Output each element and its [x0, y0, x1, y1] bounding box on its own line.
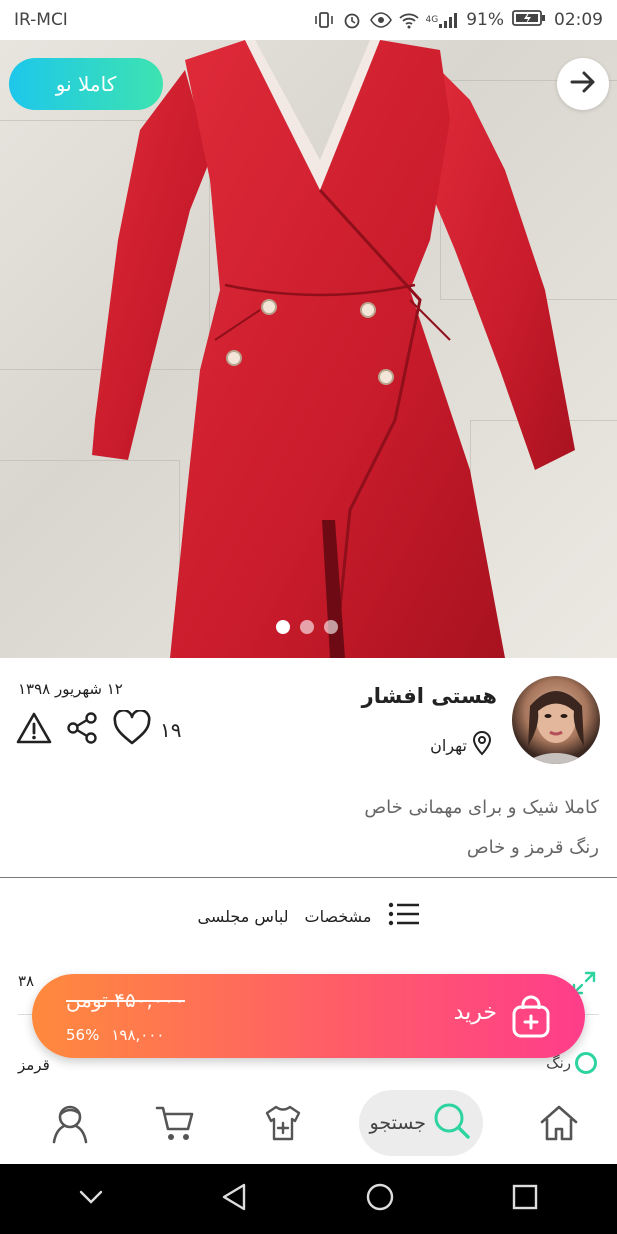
share-icon	[67, 712, 97, 744]
eye-icon	[369, 11, 392, 29]
warning-icon	[16, 712, 52, 744]
nav-search[interactable]: جستجو	[358, 1090, 483, 1156]
signal-icon	[438, 11, 458, 29]
back-button[interactable]	[220, 1182, 250, 1216]
color-swatch-icon	[575, 1052, 597, 1074]
next-image-button[interactable]	[557, 58, 609, 110]
shopping-bag-icon	[511, 994, 551, 1042]
seller-avatar[interactable]	[512, 676, 600, 764]
status-bar: IR-MCI 4G 91% 02:09	[0, 0, 617, 40]
back-triangle-icon	[222, 1183, 246, 1211]
nav-home[interactable]	[529, 1093, 589, 1153]
discounted-price: 56% ۱۹۸,۰۰۰	[66, 1026, 164, 1044]
clock: 02:09	[554, 10, 603, 30]
list-menu-icon	[388, 902, 420, 930]
like-button[interactable]	[112, 708, 152, 750]
add-clothing-icon	[265, 1105, 300, 1141]
home-button[interactable]	[365, 1182, 395, 1216]
heart-icon	[113, 708, 151, 745]
bottom-navigation: جستجو	[0, 1082, 617, 1164]
recents-square-icon	[512, 1184, 537, 1210]
status-icons: 4G 91% 02:09	[314, 9, 603, 32]
carousel-dots	[276, 620, 338, 634]
product-image-carousel[interactable]: کاملا نو	[0, 40, 617, 658]
profile-icon	[52, 1105, 88, 1144]
condition-badge-label: کاملا نو	[55, 72, 117, 96]
recents-button[interactable]	[510, 1182, 540, 1216]
condition-badge: کاملا نو	[9, 58, 163, 110]
description-line: کاملا شیک و برای مهمانی خاص	[364, 797, 599, 818]
home-circle-icon	[366, 1183, 394, 1211]
system-navigation-bar	[0, 1164, 617, 1234]
battery-icon	[512, 9, 546, 32]
cart-icon	[155, 1106, 194, 1140]
home-icon	[540, 1105, 578, 1141]
specs-label: مشخصات	[304, 906, 372, 926]
seller-section: هستی افشار تهران ۱۲ شهریور ۱۳۹۸ ۱۹ کاملا…	[0, 658, 617, 878]
nav-add-listing[interactable]	[253, 1093, 313, 1153]
search-icon	[432, 1101, 472, 1146]
hide-nav-button[interactable]	[77, 1187, 105, 1211]
buy-button[interactable]: خرید ۴۵۰,۰۰۰ تومن 56% ۱۹۸,۰۰۰	[32, 974, 585, 1058]
post-actions: ۱۹	[16, 708, 182, 750]
wifi-icon	[398, 11, 419, 29]
carrier-label: IR-MCI	[14, 10, 68, 30]
share-button[interactable]	[66, 711, 98, 749]
category-row: مشخصات لباس مجلسی	[0, 898, 617, 934]
carousel-dot[interactable]	[324, 620, 338, 634]
size-value: ۳۸	[18, 972, 35, 990]
likes-count: ۱۹	[160, 718, 182, 742]
carousel-dot[interactable]	[276, 620, 290, 634]
buy-label: خرید	[453, 1000, 497, 1025]
post-date: ۱۲ شهریور ۱۳۹۸	[18, 680, 123, 698]
product-description: کاملا شیک و برای مهمانی خاص رنگ قرمز و خ…	[364, 788, 599, 868]
color-value: قرمز	[18, 1056, 50, 1074]
category-link[interactable]: لباس مجلسی	[198, 907, 289, 926]
location-label: تهران	[430, 735, 467, 755]
battery-percent: 91%	[466, 10, 504, 30]
arrow-right-icon	[568, 67, 598, 101]
location-pin-icon	[471, 730, 493, 760]
description-line: رنگ قرمز و خاص	[466, 837, 599, 858]
nav-cart[interactable]	[146, 1093, 206, 1153]
vibrate-icon	[314, 11, 334, 29]
seller-name[interactable]: هستی افشار	[362, 684, 497, 708]
avatar-image	[522, 691, 590, 764]
network-type: 4G	[425, 14, 439, 25]
alarm-icon	[342, 11, 362, 29]
old-price: ۴۵۰,۰۰۰ تومن	[66, 988, 186, 1012]
seller-location: تهران	[430, 730, 493, 760]
dress-image	[92, 40, 575, 658]
nav-profile[interactable]	[40, 1093, 100, 1153]
discount-percent: 56%	[66, 1026, 100, 1044]
new-price: ۱۹۸,۰۰۰	[111, 1026, 165, 1044]
chevron-down-icon	[80, 1190, 103, 1204]
carousel-dot[interactable]	[300, 620, 314, 634]
nav-search-label: جستجو	[369, 1112, 427, 1134]
report-button[interactable]	[16, 711, 52, 749]
